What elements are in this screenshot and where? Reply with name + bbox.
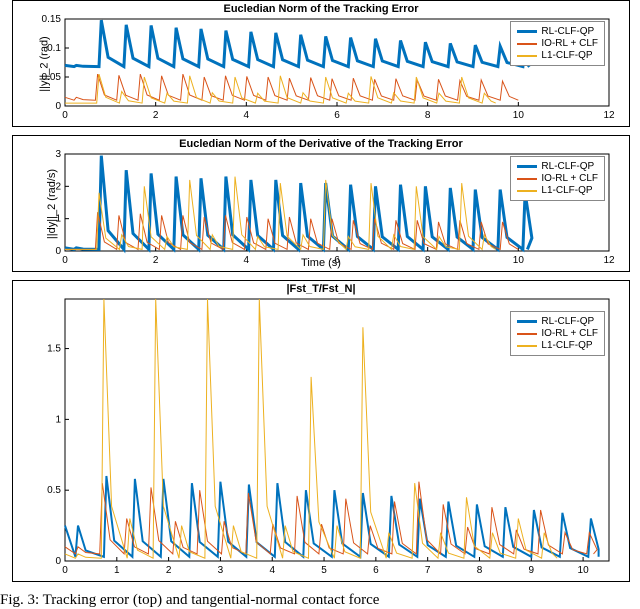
svg-text:3: 3 <box>55 149 61 160</box>
series-line <box>65 20 532 66</box>
swatch-icon <box>517 333 537 335</box>
legend-label: RL-CLF-QP <box>541 26 594 37</box>
series-line <box>65 74 518 100</box>
svg-text:3: 3 <box>218 565 224 576</box>
legend-label: L1-CLF-QP <box>541 185 592 196</box>
svg-text:0.05: 0.05 <box>42 72 62 83</box>
y-axis-label: ||dy||_2 (rad/s) <box>46 168 58 238</box>
chart-tracking-error: Eucledian Norm of the Tracking Error ||y… <box>12 0 630 127</box>
svg-text:10: 10 <box>513 110 525 121</box>
swatch-icon <box>517 345 537 347</box>
page: Eucledian Norm of the Tracking Error ||y… <box>0 0 640 609</box>
svg-text:2: 2 <box>166 565 172 576</box>
svg-text:4: 4 <box>244 110 250 121</box>
svg-text:6: 6 <box>334 110 340 121</box>
legend-item: L1-CLF-QP <box>517 340 598 351</box>
chart-title: Eucledian Norm of the Tracking Error <box>13 3 629 15</box>
series-line <box>65 476 599 557</box>
svg-text:5: 5 <box>321 565 327 576</box>
chart-title: |Fst_T/Fst_N| <box>13 283 629 295</box>
chart-legend: RL-CLF-QP IO-RL + CLF L1-CLF-QP <box>510 311 605 356</box>
svg-text:8: 8 <box>477 565 483 576</box>
svg-text:8: 8 <box>425 110 431 121</box>
svg-text:0: 0 <box>62 565 68 576</box>
svg-text:0: 0 <box>55 101 61 112</box>
chart-legend: RL-CLF-QP IO-RL + CLF L1-CLF-QP <box>510 156 605 201</box>
chart-force-ratio: |Fst_T/Fst_N| 0 1 2 3 4 5 6 7 8 9 10 0 0.5 1 1.5 RL-CL… <box>12 280 630 582</box>
svg-text:7: 7 <box>425 565 431 576</box>
svg-text:10: 10 <box>578 565 590 576</box>
swatch-icon <box>517 190 537 192</box>
svg-text:1: 1 <box>114 565 120 576</box>
svg-text:2: 2 <box>55 181 61 192</box>
legend-item: L1-CLF-QP <box>517 50 598 61</box>
figure-caption: Fig. 3: Tracking error (top) and tangent… <box>0 592 379 609</box>
svg-text:9: 9 <box>529 565 535 576</box>
svg-text:0: 0 <box>55 246 61 257</box>
svg-text:1.5: 1.5 <box>47 344 61 355</box>
svg-text:2: 2 <box>153 110 159 121</box>
swatch-icon <box>517 165 537 168</box>
svg-text:6: 6 <box>373 565 379 576</box>
chart-title: Eucledian Norm of the Derivative of the … <box>13 138 629 150</box>
legend-item: RL-CLF-QP <box>517 161 598 172</box>
legend-label: L1-CLF-QP <box>541 50 592 61</box>
legend-item: IO-RL + CLF <box>517 173 598 184</box>
legend-label: IO-RL + CLF <box>541 328 598 339</box>
legend-label: RL-CLF-QP <box>541 161 594 172</box>
chart-tracking-error-derivative: Eucledian Norm of the Derivative of the … <box>12 135 630 272</box>
swatch-icon <box>517 43 537 45</box>
svg-text:0: 0 <box>62 110 68 121</box>
legend-label: RL-CLF-QP <box>541 316 594 327</box>
svg-text:0.15: 0.15 <box>42 14 62 25</box>
swatch-icon <box>517 178 537 180</box>
legend-item: IO-RL + CLF <box>517 328 598 339</box>
series-line <box>65 156 532 250</box>
chart-legend: RL-CLF-QP IO-RL + CLF L1-CLF-QP <box>510 21 605 66</box>
svg-text:0.1: 0.1 <box>47 43 61 54</box>
x-axis-label: Time (s) <box>13 257 629 269</box>
svg-text:12: 12 <box>603 110 615 121</box>
svg-text:1: 1 <box>55 214 61 225</box>
legend-item: RL-CLF-QP <box>517 316 598 327</box>
svg-text:0: 0 <box>55 556 61 567</box>
legend-item: IO-RL + CLF <box>517 38 598 49</box>
legend-label: L1-CLF-QP <box>541 340 592 351</box>
svg-text:0.5: 0.5 <box>47 485 61 496</box>
legend-label: IO-RL + CLF <box>541 173 598 184</box>
legend-item: L1-CLF-QP <box>517 185 598 196</box>
swatch-icon <box>517 55 537 57</box>
legend-item: RL-CLF-QP <box>517 26 598 37</box>
swatch-icon <box>517 320 537 323</box>
legend-label: IO-RL + CLF <box>541 38 598 49</box>
svg-text:4: 4 <box>269 565 275 576</box>
svg-text:1: 1 <box>55 414 61 425</box>
swatch-icon <box>517 30 537 33</box>
